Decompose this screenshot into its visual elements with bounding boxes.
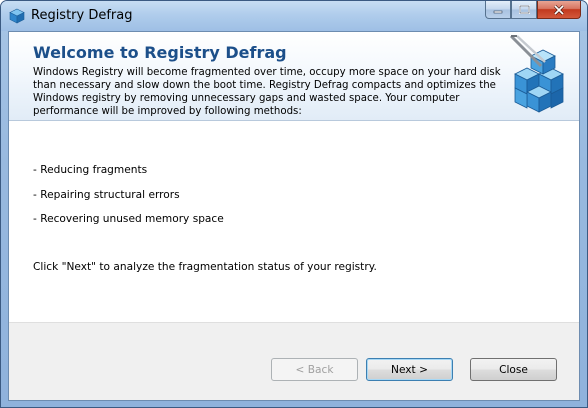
back-button[interactable]: < Back [271,358,358,381]
app-window: Registry Defrag Welcome to Registry Defr… [0,0,588,408]
wizard-footer: < Back Next > Close [9,322,579,400]
caption-buttons [485,1,581,21]
close-window-button[interactable] [537,1,581,19]
minimize-icon [493,10,503,13]
close-icon [553,4,565,15]
registry-cube-icon[interactable] [9,8,25,24]
methods-list: - Reducing fragments - Repairing structu… [33,164,224,238]
wizard-client-area: Welcome to Registry Defrag Windows Regis… [8,31,580,401]
list-item: - Recovering unused memory space [33,213,224,225]
wizard-header: Welcome to Registry Defrag Windows Regis… [9,32,579,121]
page-title: Welcome to Registry Defrag [33,43,287,62]
maximize-icon [518,5,530,14]
title-bar[interactable]: Registry Defrag [1,1,587,31]
header-description: Windows Registry will become fragmented … [33,67,501,117]
minimize-button[interactable] [485,1,511,19]
list-item: - Repairing structural errors [33,188,180,201]
maximize-button[interactable] [511,1,537,19]
next-button[interactable]: Next > [366,358,453,381]
list-item: - Reducing fragments [33,164,148,176]
registry-cubes-tweezers-icon [509,34,564,113]
window-title: Registry Defrag [31,8,133,23]
close-button[interactable]: Close [470,358,557,381]
instruction-text: Click "Next" to analyze the fragmentatio… [33,261,377,273]
